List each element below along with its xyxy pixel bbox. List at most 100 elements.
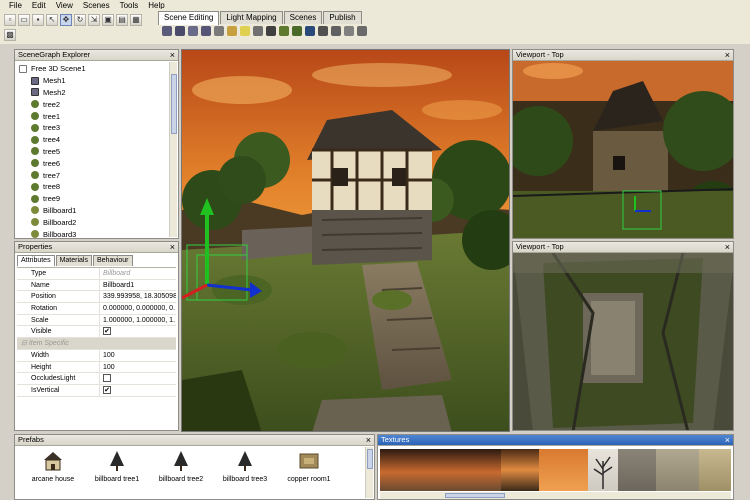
property-row[interactable]: Position 339.993958, 18.305098 (17, 291, 176, 304)
property-value[interactable]: 1.000000, 1.000000, 1. (99, 314, 176, 326)
checkbox[interactable] (103, 374, 111, 383)
texture-swatch[interactable] (588, 449, 619, 491)
viewport-render[interactable] (513, 253, 733, 430)
property-row[interactable]: Width 100 (17, 349, 176, 362)
property-row[interactable]: Name Billboard1 (17, 279, 176, 292)
open-folder-icon[interactable]: ▭ (18, 14, 30, 26)
scrollbar-thumb[interactable] (445, 493, 505, 498)
scale-icon[interactable]: ⇲ (88, 14, 100, 26)
menu-view[interactable]: View (51, 0, 78, 12)
perspective-viewport[interactable] (181, 49, 510, 432)
texture-swatch[interactable] (655, 449, 700, 491)
checkbox[interactable]: ✔ (103, 327, 111, 336)
top-view-render[interactable] (513, 61, 733, 238)
prefabs-scrollbar[interactable] (365, 447, 373, 498)
water-icon[interactable] (305, 26, 315, 36)
camera-icon[interactable] (266, 26, 276, 36)
tab-scene-editing[interactable]: Scene Editing (158, 11, 220, 25)
texture-swatch[interactable] (618, 449, 656, 491)
prefab-item[interactable]: billboard tree1 (85, 449, 149, 483)
property-row[interactable]: Height 100 (17, 361, 176, 374)
texture-swatch[interactable] (539, 449, 589, 491)
tab-behaviour[interactable]: Behaviour (92, 255, 133, 266)
tab-materials[interactable]: Materials (55, 255, 92, 266)
property-value[interactable]: ✔ (99, 326, 176, 338)
property-value[interactable]: 100 (99, 349, 176, 361)
tree-node[interactable]: tree7 (17, 169, 168, 181)
close-icon[interactable]: × (170, 242, 175, 252)
cone-icon[interactable] (201, 26, 211, 36)
light-icon[interactable] (240, 26, 250, 36)
particle-icon[interactable] (318, 26, 328, 36)
tree-node[interactable]: Billboard1 (17, 205, 168, 217)
tree-node[interactable]: tree4 (17, 134, 168, 146)
plane-icon[interactable] (214, 26, 224, 36)
tree-node[interactable]: tree5 (17, 146, 168, 158)
move-icon[interactable]: ✥ (60, 14, 72, 26)
tab-attributes[interactable]: Attributes (17, 255, 55, 266)
new-file-icon[interactable]: ▫ (4, 14, 16, 26)
view-quad-icon[interactable]: ▩ (4, 29, 16, 41)
tree-node[interactable]: Mesh1 (17, 75, 168, 87)
close-icon[interactable]: × (366, 435, 371, 445)
tab-scenes[interactable]: Scenes (283, 11, 323, 24)
property-value[interactable]: 0.000000, 0.000000, 0. (99, 303, 176, 314)
tree-node[interactable]: tree1 (17, 110, 168, 122)
close-icon[interactable]: × (725, 435, 730, 445)
property-value[interactable]: Billboard (99, 268, 176, 279)
tree-node[interactable]: Billboard3 (17, 228, 168, 240)
top-view-render-2[interactable] (513, 253, 733, 430)
select-arrow-icon[interactable]: ↖ (46, 14, 58, 26)
prefab-item[interactable]: copper room1 (277, 449, 341, 483)
property-value[interactable]: ✔ (99, 384, 176, 396)
tree-node[interactable]: Free 3D Scene1 (17, 63, 168, 75)
textures-scrollbar[interactable] (380, 492, 731, 499)
tree-node[interactable]: tree8 (17, 181, 168, 193)
menu-scenes[interactable]: Scenes (78, 0, 115, 12)
texture-swatch[interactable] (380, 449, 502, 491)
tree-node[interactable]: tree9 (17, 193, 168, 205)
rotate-icon[interactable]: ↻ (74, 14, 86, 26)
property-value[interactable]: 100 (99, 361, 176, 373)
prefab-item[interactable]: arcane house (21, 449, 85, 483)
close-icon[interactable]: × (725, 50, 730, 60)
scrollbar-thumb[interactable] (171, 74, 177, 134)
viewport-render[interactable] (513, 61, 733, 238)
tree-node[interactable]: Mesh2 (17, 87, 168, 99)
cube-icon[interactable] (162, 26, 172, 36)
tree-node[interactable]: tree2 (17, 98, 168, 110)
sky-icon[interactable] (253, 26, 263, 36)
prefab-item[interactable]: billboard tree3 (213, 449, 277, 483)
sphere-icon[interactable] (175, 26, 185, 36)
tab-publish[interactable]: Publish (323, 11, 362, 24)
close-icon[interactable]: × (170, 50, 175, 60)
menu-file[interactable]: File (4, 0, 27, 12)
path-icon[interactable] (344, 26, 354, 36)
tab-light-mapping[interactable]: Light Mapping (220, 11, 283, 24)
texture-swatch[interactable] (699, 449, 731, 491)
cylinder-icon[interactable] (188, 26, 198, 36)
property-row[interactable]: Rotation 0.000000, 0.000000, 0. (17, 303, 176, 315)
menu-edit[interactable]: Edit (27, 0, 51, 12)
billboard-icon[interactable] (292, 26, 302, 36)
menu-tools[interactable]: Tools (115, 0, 144, 12)
terrain-icon[interactable] (227, 26, 237, 36)
property-row[interactable]: OccludesLight (17, 373, 176, 385)
texture-swatch[interactable] (501, 449, 540, 491)
property-value[interactable] (99, 373, 176, 384)
view-top-icon[interactable]: ▦ (130, 14, 142, 26)
prefab-item[interactable]: billboard tree2 (149, 449, 213, 483)
view-front-icon[interactable]: ▣ (102, 14, 114, 26)
scrollbar-thumb[interactable] (367, 449, 373, 469)
property-row[interactable]: Type Billboard (17, 268, 176, 280)
tree-node[interactable]: tree6 (17, 157, 168, 169)
close-icon[interactable]: × (725, 242, 730, 252)
property-value[interactable]: 339.993958, 18.305098 (99, 291, 176, 303)
property-row[interactable]: Visible ✔ (17, 326, 176, 339)
view-side-icon[interactable]: ▤ (116, 14, 128, 26)
sound-icon[interactable] (331, 26, 341, 36)
checkbox[interactable]: ✔ (103, 385, 111, 394)
3d-scene-render[interactable] (182, 50, 510, 432)
tree-icon[interactable] (279, 26, 289, 36)
tree-node[interactable]: tree3 (17, 122, 168, 134)
